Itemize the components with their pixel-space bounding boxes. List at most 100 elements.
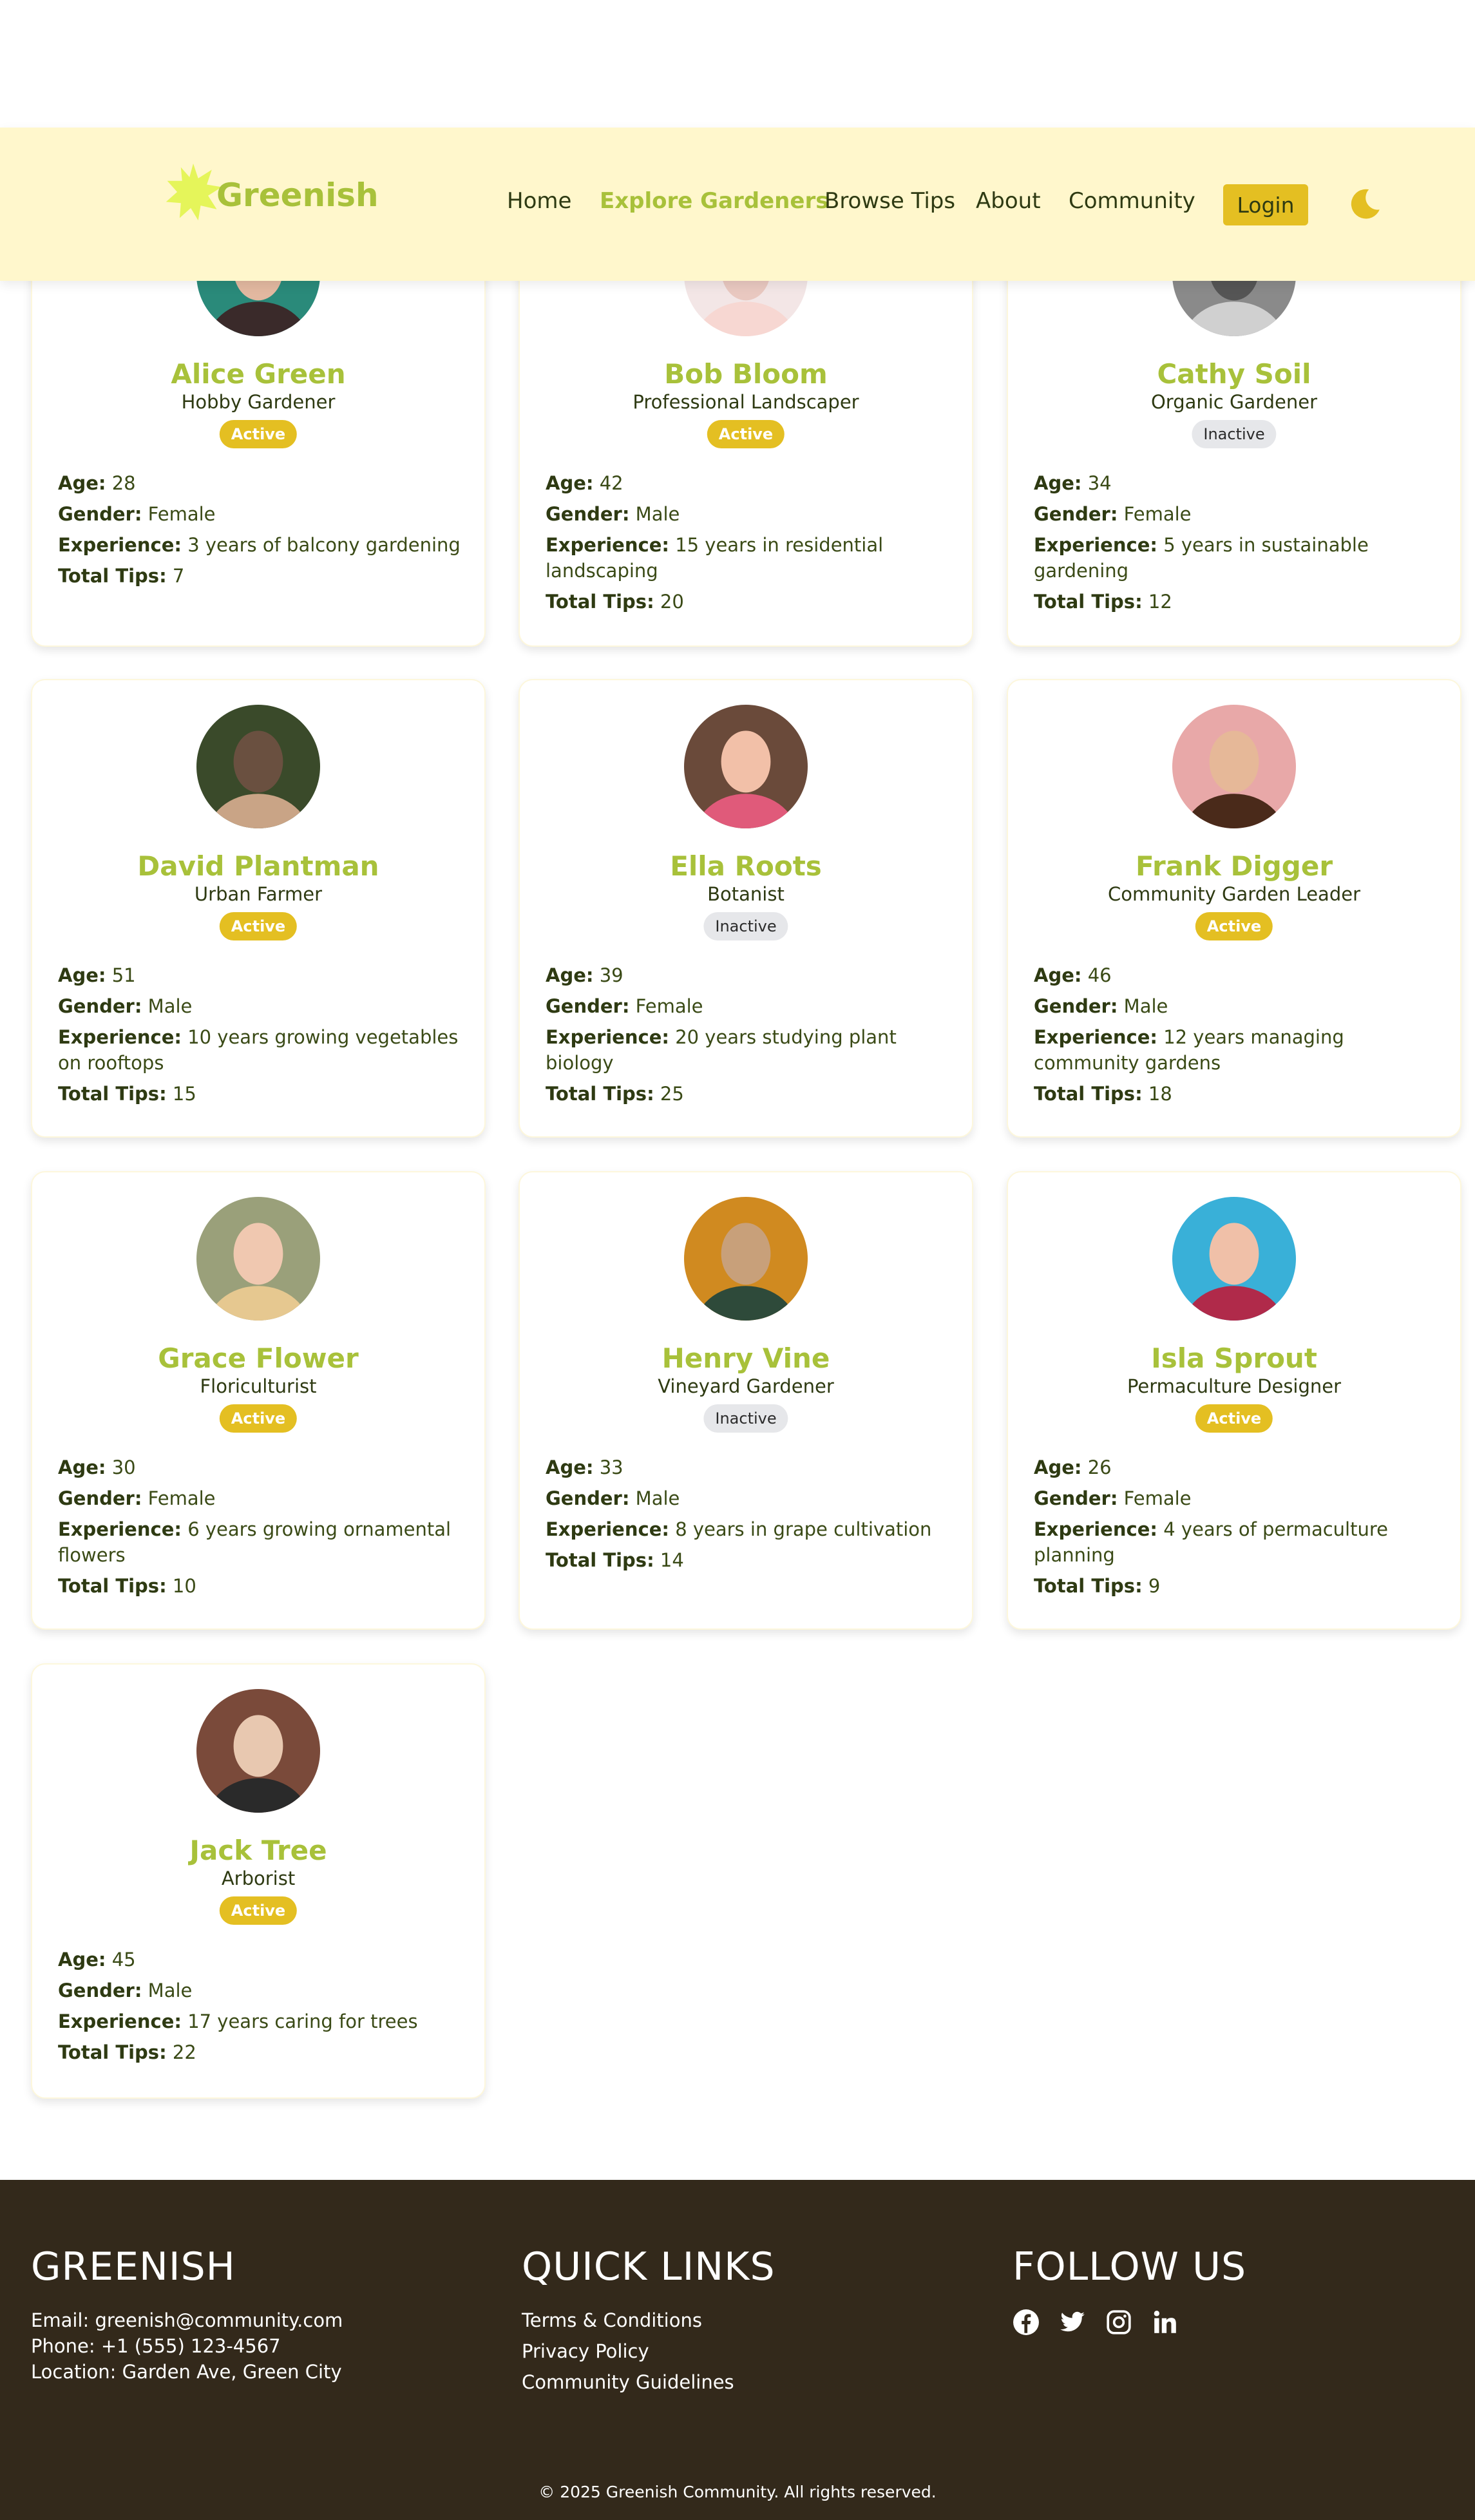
gender-value: Female	[635, 995, 703, 1017]
gardener-name[interactable]: Bob Bloom	[520, 358, 972, 390]
nav-browse-tips[interactable]: Browse Tips	[824, 188, 955, 214]
gardener-name[interactable]: Alice Green	[32, 358, 484, 390]
experience-row: Experience: 17 years caring for trees	[58, 2009, 461, 2034]
total-tips-value: 10	[172, 1575, 196, 1597]
gender-label: Gender:	[546, 995, 630, 1017]
gardener-name[interactable]: Ella Roots	[520, 850, 972, 882]
site-header: Greenish Home Explore Gardeners Browse T…	[0, 128, 1475, 281]
age-label: Age:	[58, 1456, 106, 1478]
gender-label: Gender:	[58, 1487, 142, 1509]
experience-row: Experience: 15 years in residential land…	[546, 532, 949, 584]
gardener-role: Urban Farmer	[194, 883, 323, 905]
social-links	[1013, 2309, 1246, 2336]
gender-value: Female	[1123, 503, 1192, 525]
gardener-card[interactable]: David Plantman Urban Farmer Active Age: …	[31, 679, 486, 1138]
gardener-role: Arborist	[221, 1867, 296, 1889]
footer-link-guidelines[interactable]: Community Guidelines	[522, 2367, 776, 2398]
status-badge: Active	[707, 420, 785, 448]
gender-value: Male	[635, 503, 680, 525]
total-tips-label: Total Tips:	[546, 591, 654, 613]
gardener-card[interactable]: Ella Roots Botanist Inactive Age: 39 Gen…	[519, 679, 973, 1138]
gender-row: Gender: Male	[546, 501, 949, 527]
gardener-card[interactable]: Grace Flower Floriculturist Active Age: …	[31, 1171, 486, 1630]
gardener-avatar	[1172, 1197, 1296, 1321]
gardener-details: Age: 51 Gender: Male Experience: 10 year…	[58, 962, 461, 1112]
gardener-name[interactable]: Frank Digger	[1008, 850, 1460, 882]
nav-community[interactable]: Community	[1069, 188, 1195, 214]
nav-explore-gardeners[interactable]: Explore Gardeners	[600, 188, 828, 214]
gardener-card[interactable]: Henry Vine Vineyard Gardener Inactive Ag…	[519, 1171, 973, 1630]
moon-icon[interactable]	[1349, 187, 1382, 220]
status-badge: Inactive	[703, 912, 788, 940]
gardener-role: Organic Gardener	[1150, 391, 1318, 413]
experience-row: Experience: 6 years growing ornamental f…	[58, 1516, 461, 1568]
total-tips-value: 18	[1148, 1083, 1172, 1105]
total-tips-row: Total Tips: 10	[58, 1573, 461, 1599]
total-tips-row: Total Tips: 15	[58, 1081, 461, 1107]
gender-value: Male	[148, 995, 193, 1017]
age-row: Age: 39	[546, 962, 949, 988]
experience-value: 17 years caring for trees	[187, 2010, 418, 2032]
total-tips-label: Total Tips:	[1034, 591, 1143, 613]
gardener-avatar	[1172, 705, 1296, 828]
gender-value: Male	[1123, 995, 1168, 1017]
total-tips-value: 20	[660, 591, 684, 613]
gender-label: Gender:	[58, 503, 142, 525]
experience-label: Experience:	[546, 534, 669, 556]
footer-brand-title: GREENISH	[31, 2244, 236, 2289]
gender-row: Gender: Female	[1034, 1485, 1437, 1511]
footer-link-privacy[interactable]: Privacy Policy	[522, 2336, 776, 2367]
total-tips-label: Total Tips:	[58, 565, 167, 587]
login-button[interactable]: Login	[1223, 184, 1308, 225]
status-badge: Active	[219, 912, 298, 940]
copyright-text: © 2025 Greenish Community. All rights re…	[538, 2483, 937, 2501]
total-tips-row: Total Tips: 9	[1034, 1573, 1437, 1599]
age-value: 34	[1087, 472, 1112, 494]
total-tips-row: Total Tips: 12	[1034, 589, 1437, 615]
linkedin-icon[interactable]	[1152, 2309, 1179, 2336]
gardener-name[interactable]: Henry Vine	[520, 1342, 972, 1374]
total-tips-row: Total Tips: 22	[58, 2039, 461, 2065]
twitter-icon[interactable]	[1059, 2309, 1086, 2336]
gender-label: Gender:	[1034, 995, 1118, 1017]
experience-value: 3 years of balcony gardening	[187, 534, 461, 556]
nav-about[interactable]: About	[976, 188, 1041, 214]
status-badge: Active	[1195, 912, 1273, 940]
status-badge: Inactive	[1192, 420, 1277, 448]
age-label: Age:	[546, 1456, 594, 1478]
gardener-name[interactable]: David Plantman	[32, 850, 484, 882]
gardener-card[interactable]: Isla Sprout Permaculture Designer Active…	[1007, 1171, 1461, 1630]
total-tips-row: Total Tips: 18	[1034, 1081, 1437, 1107]
gender-label: Gender:	[1034, 1487, 1118, 1509]
total-tips-value: 7	[172, 565, 185, 587]
gardener-role: Permaculture Designer	[1127, 1375, 1342, 1397]
total-tips-value: 14	[660, 1549, 684, 1571]
gardener-role: Botanist	[707, 883, 785, 905]
experience-label: Experience:	[1034, 1026, 1157, 1048]
gardener-name[interactable]: Isla Sprout	[1008, 1342, 1460, 1374]
footer-location: Location: Garden Ave, Green City	[31, 2361, 342, 2383]
age-row: Age: 51	[58, 962, 461, 988]
gardener-name[interactable]: Grace Flower	[32, 1342, 484, 1374]
experience-value: 8 years in grape cultivation	[675, 1518, 932, 1540]
gardener-name[interactable]: Cathy Soil	[1008, 358, 1460, 390]
age-row: Age: 45	[58, 1947, 461, 1972]
gardener-details: Age: 42 Gender: Male Experience: 15 year…	[546, 470, 949, 620]
experience-label: Experience:	[546, 1518, 669, 1540]
instagram-icon[interactable]	[1105, 2309, 1132, 2336]
gardener-role: Community Garden Leader	[1108, 883, 1360, 905]
gardener-role: Vineyard Gardener	[658, 1375, 834, 1397]
footer-links-column: QUICK LINKS Terms & Conditions Privacy P…	[522, 2244, 776, 2398]
footer-link-terms[interactable]: Terms & Conditions	[522, 2305, 776, 2336]
gardener-name[interactable]: Jack Tree	[32, 1835, 484, 1866]
facebook-icon[interactable]	[1013, 2309, 1040, 2336]
total-tips-value: 15	[172, 1083, 196, 1105]
experience-label: Experience:	[1034, 534, 1157, 556]
age-label: Age:	[1034, 472, 1082, 494]
gardener-card[interactable]: Frank Digger Community Garden Leader Act…	[1007, 679, 1461, 1138]
gardener-card[interactable]: Jack Tree Arborist Active Age: 45 Gender…	[31, 1663, 486, 2099]
age-value: 28	[111, 472, 136, 494]
gardener-details: Age: 46 Gender: Male Experience: 12 year…	[1034, 962, 1437, 1112]
nav-home[interactable]: Home	[507, 188, 571, 214]
status-badge: Inactive	[703, 1404, 788, 1433]
